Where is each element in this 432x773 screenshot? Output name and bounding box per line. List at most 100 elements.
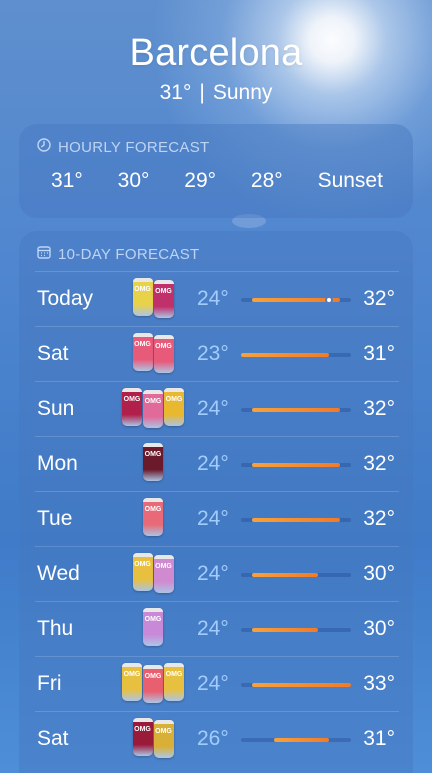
drink-can-icon bbox=[143, 443, 163, 481]
high-temperature: 33° bbox=[363, 672, 395, 695]
drink-can-icon bbox=[122, 388, 142, 426]
high-temperature: 31° bbox=[363, 342, 395, 365]
weather-icon bbox=[113, 553, 193, 595]
drink-can-icon bbox=[143, 390, 163, 428]
day-name: Sat bbox=[37, 342, 69, 365]
calendar-icon bbox=[37, 245, 51, 263]
weather-icon bbox=[113, 333, 193, 375]
low-temperature: 24° bbox=[197, 397, 229, 420]
day-name: Tue bbox=[37, 507, 73, 530]
hourly-forecast-card[interactable]: HOURLY FORECAST 31° 30° 29° 28° Sunset bbox=[19, 124, 413, 218]
ten-day-forecast-card[interactable]: 10-DAY FORECAST Today 24° 32° Sat 23° 31° Sun 2… bbox=[19, 231, 413, 773]
hourly-forecast-header: HOURLY FORECAST bbox=[19, 124, 413, 158]
weather-icon bbox=[113, 443, 193, 485]
hourly-item: 31° bbox=[51, 169, 83, 192]
day-name: Mon bbox=[37, 452, 78, 475]
high-temperature: 31° bbox=[363, 727, 395, 750]
day-name: Fri bbox=[37, 672, 62, 695]
day-name: Sun bbox=[37, 397, 75, 420]
day-row[interactable]: Sun 24° 32° bbox=[35, 381, 399, 436]
low-temperature: 26° bbox=[197, 727, 229, 750]
low-temperature: 24° bbox=[197, 562, 229, 585]
low-temperature: 23° bbox=[197, 342, 229, 365]
current-conditions: 31° | Sunny bbox=[0, 81, 432, 105]
drink-can-icon bbox=[143, 498, 163, 536]
temperature-range-bar bbox=[241, 738, 351, 742]
day-row[interactable]: Tue 24° 32° bbox=[35, 491, 399, 546]
low-temperature: 24° bbox=[197, 672, 229, 695]
drink-can-icon bbox=[164, 663, 184, 701]
drink-can-icon bbox=[153, 335, 174, 373]
hourly-items: 31° 30° 29° 28° Sunset bbox=[19, 169, 413, 193]
temperature-range-fill bbox=[252, 628, 318, 632]
high-temperature: 32° bbox=[363, 507, 395, 530]
drink-can-icon bbox=[132, 333, 153, 371]
high-temperature: 32° bbox=[363, 287, 395, 310]
drink-can-icon bbox=[153, 280, 174, 318]
high-temperature: 30° bbox=[363, 617, 395, 640]
drink-can-icon bbox=[153, 555, 174, 593]
drink-can-icon bbox=[132, 278, 153, 316]
temperature-range-bar bbox=[241, 296, 351, 304]
drink-can-icon bbox=[122, 663, 142, 701]
day-name: Sat bbox=[37, 727, 69, 750]
temperature-range-bar bbox=[241, 463, 351, 467]
current-condition: Sunny bbox=[212, 81, 273, 104]
day-row[interactable]: Sat 26° 31° bbox=[35, 711, 399, 766]
temperature-range-fill bbox=[252, 573, 318, 577]
day-name: Today bbox=[37, 287, 94, 310]
weather-icon bbox=[113, 498, 193, 540]
separator: | bbox=[199, 81, 205, 104]
current-temperature-dot bbox=[325, 296, 333, 304]
temperature-range-bar bbox=[241, 518, 351, 522]
high-temperature: 30° bbox=[363, 562, 395, 585]
temperature-range-fill bbox=[252, 518, 340, 522]
hourly-forecast-title: HOURLY FORECAST bbox=[58, 138, 210, 156]
drink-can-icon bbox=[143, 665, 163, 703]
current-temperature: 31° bbox=[159, 81, 192, 104]
low-temperature: 24° bbox=[197, 452, 229, 475]
day-rows: Today24°32°Sat23°31°Sun24°32°Mon24°32°Tu… bbox=[19, 271, 413, 766]
day-row[interactable]: Thu 24° 30° bbox=[35, 601, 399, 656]
hourly-item: 28° bbox=[250, 169, 283, 192]
weather-icon bbox=[113, 608, 193, 650]
day-row[interactable]: Fri 24° 33° bbox=[35, 656, 399, 711]
weather-icon bbox=[113, 388, 193, 430]
day-name: Thu bbox=[37, 617, 74, 640]
temperature-range-bar bbox=[241, 353, 351, 357]
temperature-range-fill bbox=[241, 353, 329, 357]
hourly-item: 30° bbox=[117, 169, 150, 192]
day-row[interactable]: Sat 23° 31° bbox=[35, 326, 399, 381]
temperature-range-fill bbox=[252, 408, 340, 412]
location-header: Barcelona 31° | Sunny bbox=[0, 32, 432, 105]
weather-icon bbox=[113, 718, 193, 760]
low-temperature: 24° bbox=[197, 507, 229, 530]
day-row[interactable]: Wed 24° 30° bbox=[35, 546, 399, 601]
hourly-item: 29° bbox=[184, 169, 217, 192]
low-temperature: 24° bbox=[197, 287, 229, 310]
temperature-range-fill bbox=[274, 738, 329, 742]
temperature-range-bar bbox=[241, 628, 351, 632]
hourly-item-sunset: Sunset bbox=[317, 169, 383, 192]
low-temperature: 24° bbox=[197, 617, 229, 640]
high-temperature: 32° bbox=[363, 452, 395, 475]
temperature-range-fill bbox=[252, 683, 351, 687]
drink-can-icon bbox=[153, 720, 174, 758]
drink-can-icon bbox=[132, 553, 153, 591]
temperature-range-bar bbox=[241, 683, 351, 687]
temperature-range-fill bbox=[252, 463, 340, 467]
day-name: Wed bbox=[37, 562, 80, 585]
ten-day-forecast-title: 10-DAY FORECAST bbox=[58, 245, 200, 263]
drink-can-icon bbox=[132, 718, 153, 756]
city-name: Barcelona bbox=[129, 32, 303, 74]
temperature-range-bar bbox=[241, 408, 351, 412]
day-row[interactable]: Today 24° 32° bbox=[35, 271, 399, 326]
weather-icon bbox=[113, 278, 193, 320]
drink-can-icon bbox=[164, 388, 184, 426]
high-temperature: 32° bbox=[363, 397, 395, 420]
temperature-range-bar bbox=[241, 573, 351, 577]
clock-icon bbox=[37, 138, 51, 156]
day-row[interactable]: Mon 24° 32° bbox=[35, 436, 399, 491]
ten-day-forecast-header: 10-DAY FORECAST bbox=[19, 231, 413, 265]
drink-can-icon bbox=[143, 608, 163, 646]
